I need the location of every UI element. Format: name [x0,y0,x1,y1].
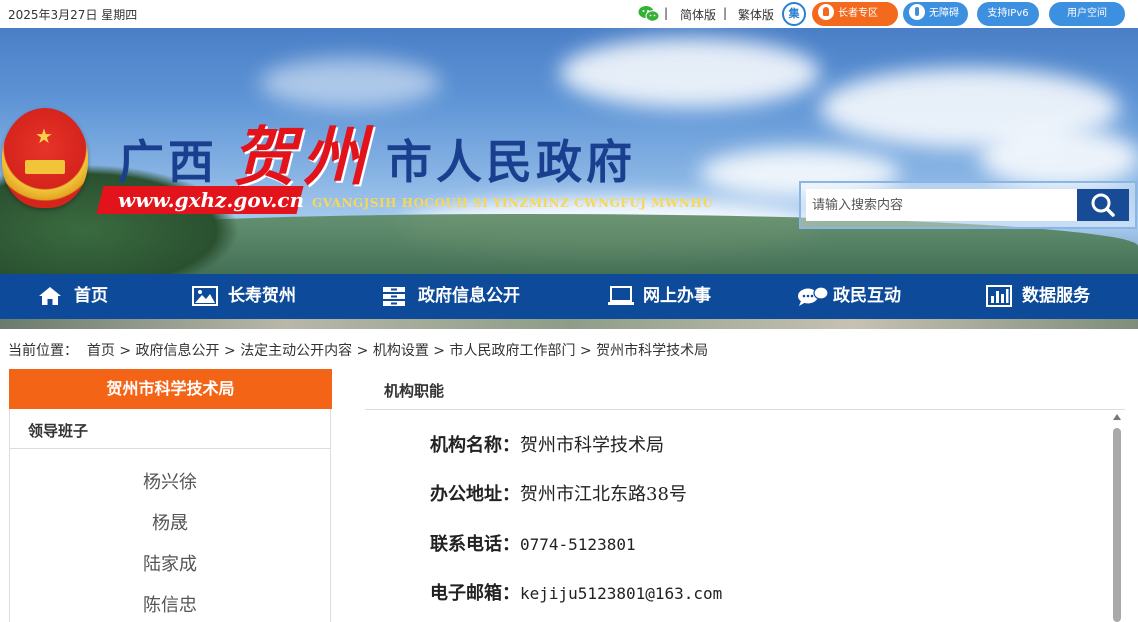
content-header: 机构职能 [365,370,1125,410]
user-space-label: 用户空间 [1067,8,1107,19]
info-value: 0774-5123801 [520,535,636,554]
laptop-icon [608,286,634,305]
breadcrumb-item[interactable]: 机构设置 [373,343,429,359]
leader-link[interactable]: 陈信忠 [9,591,331,617]
ji-collect-icon[interactable]: 集 [782,2,806,26]
info-key: 办公地址： [430,484,520,505]
current-date: 2025年3月27日 星期四 [8,8,138,22]
breadcrumb-item[interactable]: 贺州市科学技术局 [596,343,708,359]
nav-label: 政府信息公开 [418,286,520,306]
info-row-address: 办公地址：贺州市江北东路38号 [430,480,687,506]
breadcrumb-sep: > [224,343,236,359]
content-title: 机构职能 [384,382,445,400]
search-input[interactable] [806,189,1077,221]
site-title-government: 市人民政府 [386,135,636,189]
nav-item-home[interactable]: 首页 [38,274,128,319]
sidebar-title: 贺州市科学技术局 [9,369,332,409]
info-key: 电子邮箱： [430,583,520,604]
accessibility-label: 无障碍 [929,8,959,19]
separator: | [664,6,669,20]
accessibility-icon [909,4,925,20]
info-row-phone: 联系电话：0774-5123801 [430,530,636,556]
breadcrumb-sep: > [356,343,369,359]
nav-item-interaction[interactable]: 政民互动 [797,274,907,319]
ipv6-label: 支持IPv6 [987,8,1029,19]
user-space-button[interactable]: 用户空间 [1049,2,1125,26]
cabinet-icon [383,287,405,306]
main-nav: 首页 长寿贺州 政府信息公开 网上办事 政民互动 数据服务 [0,274,1138,319]
sidebar-section-header: 领导班子 [9,409,331,449]
nav-label: 长寿贺州 [228,286,296,306]
wechat-icon[interactable] [638,5,660,23]
nav-item-online-service[interactable]: 网上办事 [607,274,719,319]
breadcrumb-prefix: 当前位置： [8,343,78,359]
info-value: 贺州市科学技术局 [520,435,664,456]
nav-label: 政民互动 [833,286,901,306]
info-value: 贺州市江北东路38号 [520,484,687,505]
chat-icon [798,286,829,306]
site-title-pinyin: GVANGJSIH HOCOUH SI YINZMINZ CWNGFUJ MWN… [312,196,714,210]
elder-icon [818,4,834,20]
search-icon [1091,193,1115,217]
breadcrumb: 当前位置： 首页 > 政府信息公开 > 法定主动公开内容 > 机构设置 > 市人… [8,340,708,360]
scroll-up-arrow-icon[interactable] [1113,414,1121,420]
nav-item-longevity[interactable]: 长寿贺州 [192,274,312,319]
breadcrumb-item[interactable]: 首页 [87,343,115,359]
nav-item-data-service[interactable]: 数据服务 [986,274,1098,319]
elder-zone-label: 长者专区 [838,8,878,19]
info-row-email: 电子邮箱：kejiju5123801@163.com [430,579,722,605]
breadcrumb-item[interactable]: 市人民政府工作部门 [449,343,575,359]
nav-label: 数据服务 [1022,286,1090,306]
chart-icon [986,285,1012,307]
decorative-strip [0,319,1138,329]
simplified-chinese-link[interactable]: 简体版 [680,6,716,23]
breadcrumb-item[interactable]: 政府信息公开 [136,343,220,359]
home-icon [39,287,61,305]
nav-item-gov-info[interactable]: 政府信息公开 [382,274,532,319]
traditional-chinese-link[interactable]: 繁体版 [738,6,774,23]
info-key: 机构名称： [430,435,520,456]
picture-icon [192,286,218,306]
separator: | [723,6,728,20]
info-value[interactable]: kejiju5123801@163.com [520,584,722,603]
info-key: 联系电话： [430,534,520,555]
sidebar-section-title: 领导班子 [28,422,89,440]
top-bar: 2025年3月27日 星期四 | 简体版 | 繁体版 集 长者专区 无障碍 支持… [0,0,1138,28]
nav-label: 首页 [74,286,108,306]
national-emblem-icon: ★ [2,108,88,208]
leader-link[interactable]: 杨兴徐 [9,468,331,494]
site-title-hezhou: 贺州 [232,120,372,195]
breadcrumb-sep: > [119,343,132,359]
scrollbar-thumb[interactable] [1113,428,1121,622]
info-row-name: 机构名称：贺州市科学技术局 [430,431,664,457]
leader-link[interactable]: 杨晟 [9,509,331,535]
ipv6-button[interactable]: 支持IPv6 [977,2,1039,26]
nav-label: 网上办事 [643,286,711,306]
breadcrumb-sep: > [579,343,592,359]
site-url: www.gxhz.gov.cn [118,188,304,212]
header-banner: ★ 广西 贺州 市人民政府 www.gxhz.gov.cn GVANGJSIH … [0,28,1138,274]
site-title-guangxi: 广西 [118,135,218,189]
elder-zone-button[interactable]: 长者专区 [812,2,898,26]
search-button[interactable] [1077,189,1129,221]
leader-link[interactable]: 陆家成 [9,550,331,576]
breadcrumb-sep: > [433,343,446,359]
breadcrumb-item[interactable]: 法定主动公开内容 [240,343,352,359]
accessibility-button[interactable]: 无障碍 [903,2,968,26]
